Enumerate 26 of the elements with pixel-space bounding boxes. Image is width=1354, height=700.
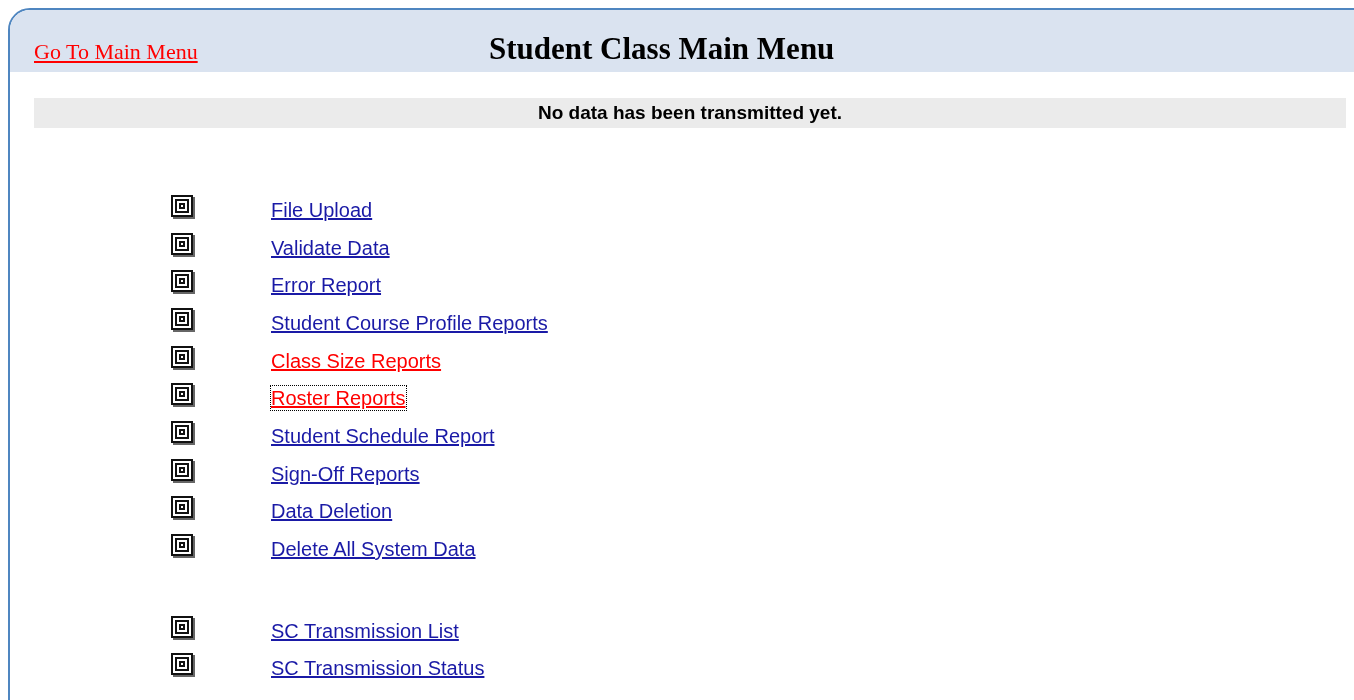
square-spiral-icon (170, 269, 196, 296)
square-spiral-icon (170, 533, 196, 560)
menu-link[interactable]: File Upload (271, 197, 373, 222)
menu-link[interactable]: Student Course Profile Reports (271, 310, 548, 335)
square-spiral-icon (170, 193, 196, 220)
square-spiral-icon (170, 614, 196, 641)
menu-link[interactable]: Student Schedule Report (271, 423, 495, 448)
square-spiral-icon (170, 457, 196, 484)
square-spiral-icon (170, 382, 196, 409)
menu-link[interactable]: Validate Data (271, 235, 390, 260)
menu-link[interactable]: Sign-Off Reports (271, 461, 420, 486)
square-spiral-icon (170, 495, 196, 522)
menu-link[interactable]: Class Size Reports (271, 348, 442, 373)
square-spiral-icon (170, 419, 196, 446)
square-spiral-icon (170, 306, 196, 333)
page-title: Student Class Main Menu (489, 29, 835, 68)
status-message: No data has been transmitted yet. (34, 98, 1346, 128)
square-spiral-icon (170, 231, 196, 258)
square-spiral-icon (170, 652, 196, 679)
menu-link[interactable]: Data Deletion (271, 499, 393, 524)
menu-link[interactable]: SC Transmission List (271, 618, 459, 643)
menu-link[interactable]: Roster Reports (271, 386, 406, 411)
menu-link[interactable]: Error Report (271, 273, 382, 298)
menu-link[interactable]: SC Transmission Status (271, 656, 485, 681)
menu-link[interactable]: Delete All System Data (271, 537, 476, 562)
square-spiral-icon (170, 344, 196, 371)
